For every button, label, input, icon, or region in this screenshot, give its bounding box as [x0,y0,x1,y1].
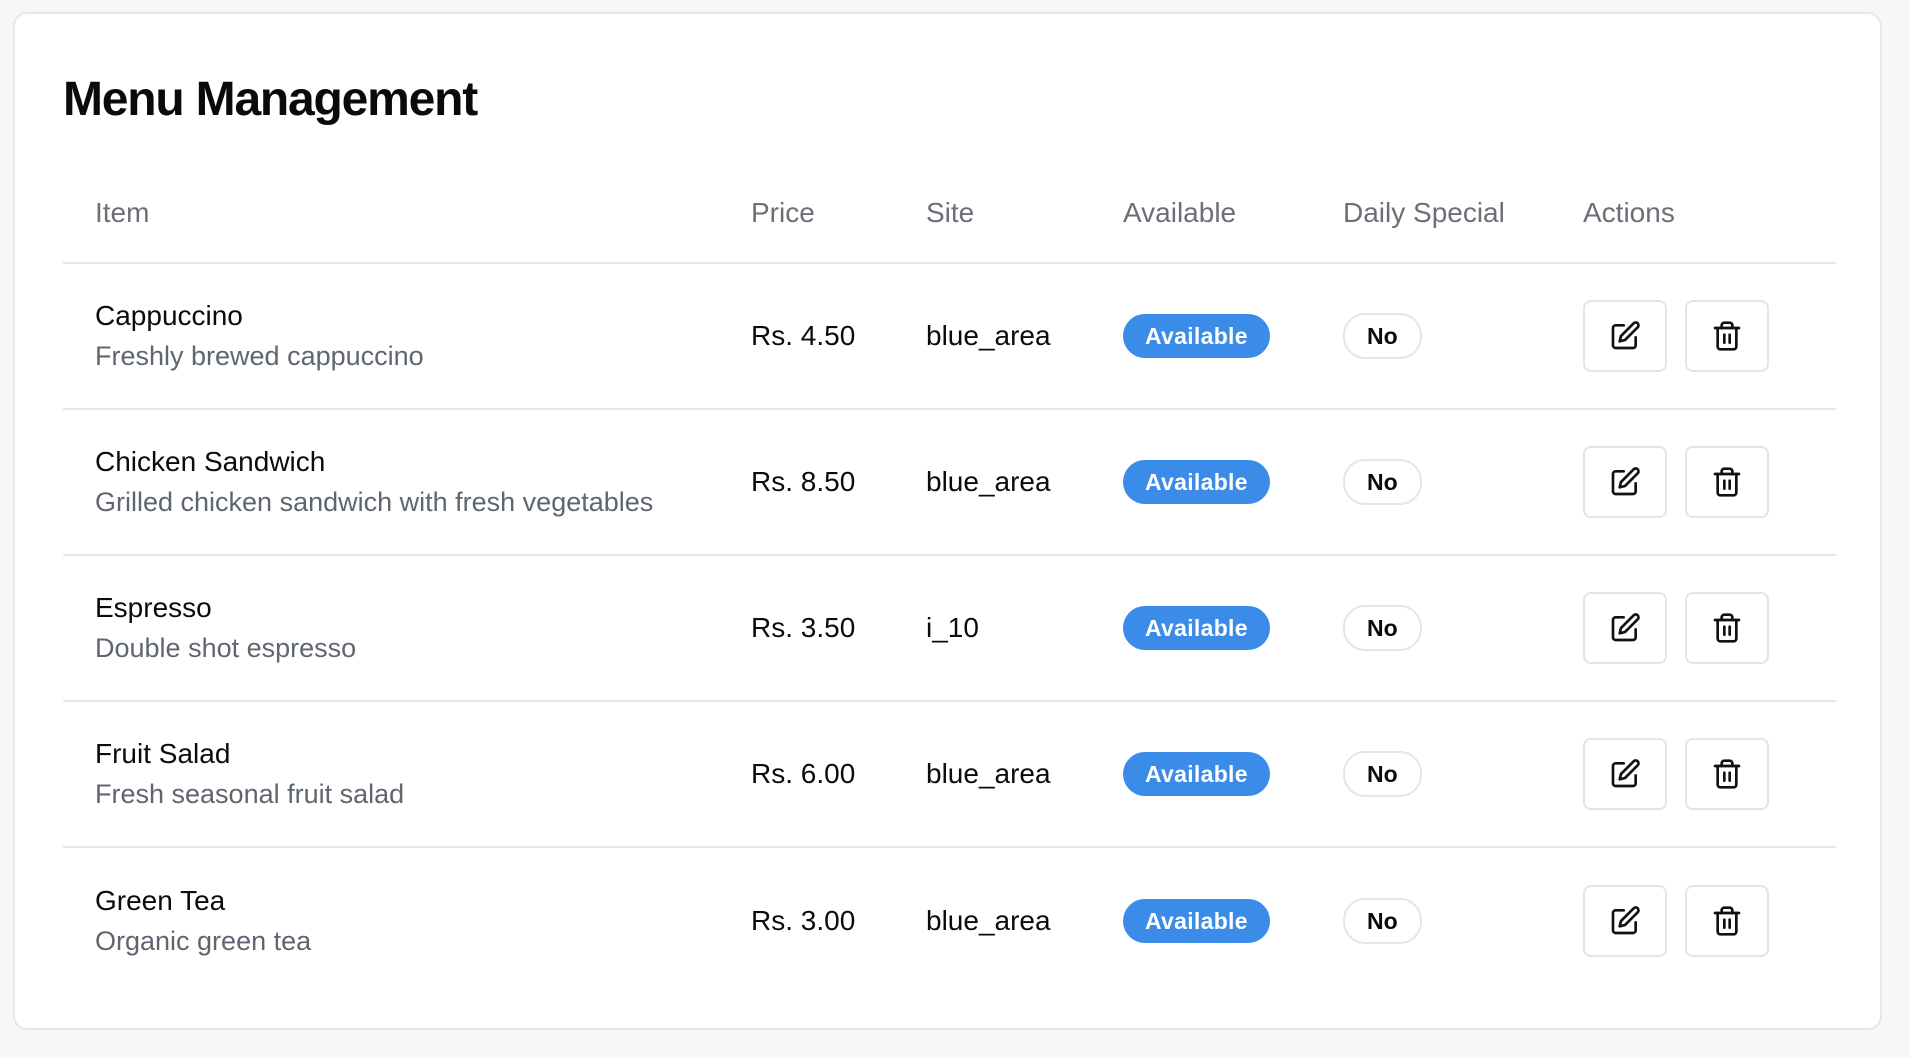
edit-icon [1611,321,1640,350]
delete-button[interactable] [1685,592,1769,664]
price-cell: Rs. 3.00 [751,905,856,936]
delete-button[interactable] [1685,738,1769,810]
table-row: Chicken Sandwich Grilled chicken sandwic… [63,410,1836,556]
table-row: Green Tea Organic green tea Rs. 3.00 blu… [63,848,1836,994]
item-cell: Green Tea Organic green tea [63,881,751,961]
item-cell: Espresso Double shot espresso [63,588,751,668]
item-name: Chicken Sandwich [95,446,326,477]
header-available: Available [1123,197,1237,228]
daily-special-cell: No [1343,898,1583,944]
available-cell: Available [1123,606,1343,650]
edit-icon [1611,759,1640,788]
actions-cell [1583,738,1836,810]
menu-table: Item Price Site Available Daily Special … [63,164,1836,994]
daily-special-badge: No [1343,459,1422,505]
available-cell: Available [1123,752,1343,796]
item-cell: Cappuccino Freshly brewed cappuccino [63,296,751,376]
available-badge: Available [1123,606,1270,650]
available-badge: Available [1123,460,1270,504]
edit-icon [1611,613,1640,642]
item-name: Green Tea [95,885,226,916]
item-name: Cappuccino [95,300,243,331]
trash-icon [1713,321,1741,351]
edit-icon [1611,906,1640,935]
site-cell: blue_area [926,466,1051,497]
item-cell: Chicken Sandwich Grilled chicken sandwic… [63,442,751,522]
item-name: Espresso [95,592,212,623]
table-row: Fruit Salad Fresh seasonal fruit salad R… [63,702,1836,848]
delete-button[interactable] [1685,300,1769,372]
trash-icon [1713,613,1741,643]
trash-icon [1713,467,1741,497]
item-description: Organic green tea [95,926,312,956]
trash-icon [1713,906,1741,936]
site-cell: blue_area [926,905,1051,936]
header-price: Price [751,197,815,228]
header-item: Item [95,197,150,228]
table-row: Cappuccino Freshly brewed cappuccino Rs.… [63,264,1836,410]
page-title: Menu Management [63,73,478,126]
actions-cell [1583,446,1836,518]
site-cell: blue_area [926,758,1051,789]
available-cell: Available [1123,899,1343,943]
daily-special-badge: No [1343,605,1422,651]
item-description: Grilled chicken sandwich with fresh vege… [95,487,654,517]
daily-special-badge: No [1343,313,1422,359]
daily-special-badge: No [1343,751,1422,797]
edit-button[interactable] [1583,592,1667,664]
price-cell: Rs. 4.50 [751,320,856,351]
edit-icon [1611,467,1640,496]
item-cell: Fruit Salad Fresh seasonal fruit salad [63,734,751,814]
item-description: Fresh seasonal fruit salad [95,779,405,809]
edit-button[interactable] [1583,885,1667,957]
available-cell: Available [1123,460,1343,504]
edit-button[interactable] [1583,738,1667,810]
daily-special-cell: No [1343,751,1583,797]
header-actions: Actions [1583,197,1675,228]
daily-special-cell: No [1343,605,1583,651]
available-cell: Available [1123,314,1343,358]
delete-button[interactable] [1685,446,1769,518]
edit-button[interactable] [1583,446,1667,518]
price-cell: Rs. 6.00 [751,758,856,789]
available-badge: Available [1123,899,1270,943]
site-cell: blue_area [926,320,1051,351]
delete-button[interactable] [1685,885,1769,957]
price-cell: Rs. 3.50 [751,612,856,643]
menu-management-card: Menu Management Item Price Site Availabl… [13,12,1882,1030]
daily-special-cell: No [1343,459,1583,505]
available-badge: Available [1123,314,1270,358]
header-site: Site [926,197,975,228]
header-daily-special: Daily Special [1343,197,1505,228]
actions-cell [1583,592,1836,664]
daily-special-badge: No [1343,898,1422,944]
site-cell: i_10 [926,612,979,643]
item-name: Fruit Salad [95,738,231,769]
edit-button[interactable] [1583,300,1667,372]
price-cell: Rs. 8.50 [751,466,856,497]
table-row: Espresso Double shot espresso Rs. 3.50 i… [63,556,1836,702]
actions-cell [1583,885,1836,957]
table-header: Item Price Site Available Daily Special … [63,164,1836,264]
item-description: Freshly brewed cappuccino [95,341,424,371]
available-badge: Available [1123,752,1270,796]
item-description: Double shot espresso [95,633,357,663]
actions-cell [1583,300,1836,372]
daily-special-cell: No [1343,313,1583,359]
trash-icon [1713,759,1741,789]
